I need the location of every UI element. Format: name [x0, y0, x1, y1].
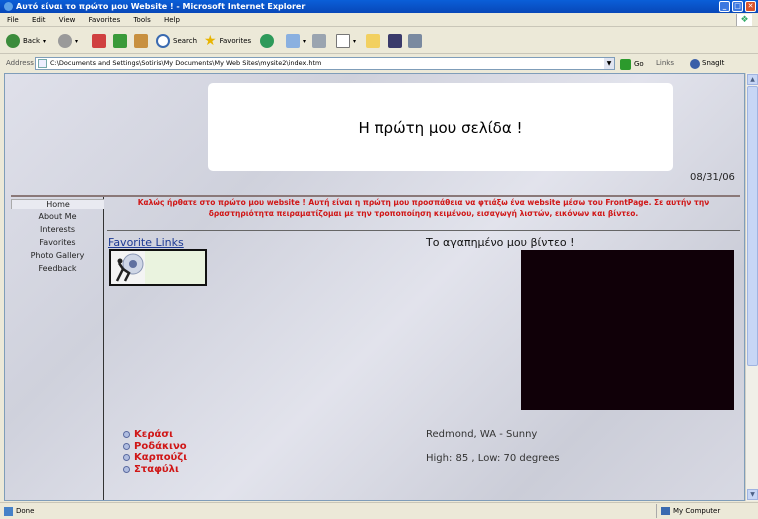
refresh-icon [113, 34, 127, 48]
nav-photo-gallery[interactable]: Photo Gallery [11, 251, 104, 260]
printer-icon [312, 34, 326, 48]
snagit-icon [690, 58, 700, 69]
research-icon [388, 34, 402, 48]
side-nav: Home About Me Interests Favorites Photo … [11, 197, 104, 500]
nav-about-me[interactable]: About Me [11, 212, 104, 221]
list-item: Κεράσι [123, 429, 187, 441]
menu-view[interactable]: View [59, 16, 76, 24]
weather-temperatures: High: 85 , Low: 70 degrees [426, 453, 560, 464]
mail-button[interactable]: ▾ [286, 32, 306, 50]
clipart-image [109, 249, 207, 286]
snagit-button[interactable]: SnagIt [690, 55, 724, 72]
page-date: 08/31/06 [690, 172, 735, 183]
nav-feedback[interactable]: Feedback [11, 264, 104, 273]
windows-flag-icon: ❖ [736, 14, 752, 26]
messenger-button[interactable] [408, 32, 422, 50]
page-title: Η πρώτη μου σελίδα ! [358, 119, 523, 137]
menu-bar: File Edit View Favorites Tools Help ❖ [0, 13, 758, 27]
back-button[interactable]: Back ▾ [6, 32, 46, 50]
mid-divider [107, 230, 740, 231]
toolbar: Back ▾ ▾ Search ★ Favorites ▾ ▾ [0, 28, 758, 54]
folder-button[interactable] [366, 32, 380, 50]
forward-arrow-icon [58, 34, 72, 48]
title-bar: Αυτό είναι το πρώτο μου Website ! - Micr… [0, 0, 758, 13]
go-button[interactable]: Go [620, 56, 644, 73]
address-dropdown[interactable]: ▼ [604, 58, 614, 69]
security-zone: My Computer [656, 504, 720, 518]
research-button[interactable] [388, 32, 402, 50]
history-icon [260, 34, 274, 48]
scroll-down-button[interactable]: ▼ [747, 489, 758, 500]
nav-interests[interactable]: Interests [11, 225, 104, 234]
fruit-list: Κεράσι Ροδάκινο Καρπούζι Σταφύλι [123, 429, 187, 475]
address-input[interactable]: C:\Documents and Settings\Sotiris\My Doc… [35, 57, 615, 70]
nav-home[interactable]: Home [11, 199, 104, 209]
list-item: Καρπούζι [123, 452, 187, 464]
status-bar: Done My Computer [0, 502, 758, 519]
favorite-links-heading[interactable]: Favorite Links [108, 236, 184, 249]
forward-button[interactable]: ▾ [58, 32, 78, 50]
edit-button[interactable]: ▾ [336, 32, 356, 50]
star-icon: ★ [204, 33, 217, 49]
status-left: Done [4, 503, 34, 519]
bullet-icon [123, 465, 130, 473]
page-done-icon [4, 506, 13, 516]
weather-location: Redmond, WA - Sunny [426, 429, 538, 440]
ie-icon [4, 2, 13, 11]
home-icon [134, 34, 148, 48]
favorites-button[interactable]: ★ Favorites [204, 32, 251, 50]
history-button[interactable] [260, 32, 274, 50]
menu-favorites[interactable]: Favorites [89, 16, 121, 24]
menu-edit[interactable]: Edit [32, 16, 46, 24]
menu-file[interactable]: File [7, 16, 19, 24]
list-item: Σταφύλι [123, 464, 187, 476]
scroll-thumb[interactable] [747, 86, 758, 366]
back-arrow-icon [6, 34, 20, 48]
stop-icon [92, 34, 106, 48]
menu-tools[interactable]: Tools [133, 16, 150, 24]
page-viewport: Η πρώτη μου σελίδα ! 08/31/06 Home About… [4, 73, 745, 501]
search-button[interactable]: Search [156, 32, 197, 50]
nav-favorites[interactable]: Favorites [11, 238, 104, 247]
welcome-text: Καλώς ήρθατε στο πρώτο μου website ! Αυτ… [137, 198, 710, 218]
messenger-icon [408, 34, 422, 48]
close-button[interactable]: ✕ [745, 1, 756, 12]
address-bar: Address C:\Documents and Settings\Sotiri… [0, 55, 758, 72]
header-box: Η πρώτη μου σελίδα ! [208, 83, 673, 171]
computer-icon [661, 507, 670, 515]
address-url: C:\Documents and Settings\Sotiris\My Doc… [50, 59, 322, 67]
address-label: Address [6, 59, 34, 67]
go-arrow-icon [620, 59, 631, 70]
folder-icon [366, 34, 380, 48]
window-title: Αυτό είναι το πρώτο μου Website ! - Micr… [16, 2, 306, 11]
video-player[interactable] [521, 250, 734, 410]
video-heading: Το αγαπημένο μου βίντεο ! [426, 236, 575, 249]
list-item: Ροδάκινο [123, 441, 187, 453]
bullet-icon [123, 442, 130, 450]
bullet-icon [123, 431, 130, 439]
bullet-icon [123, 454, 130, 462]
word-icon [336, 34, 350, 48]
print-button[interactable] [312, 32, 326, 50]
stop-button[interactable] [92, 32, 106, 50]
menu-help[interactable]: Help [164, 16, 180, 24]
maximize-button[interactable]: □ [732, 1, 743, 12]
search-icon [156, 34, 170, 48]
scroll-up-button[interactable]: ▲ [747, 74, 758, 85]
vertical-scrollbar[interactable]: ▲ ▼ [745, 73, 758, 501]
refresh-button[interactable] [113, 32, 127, 50]
links-button[interactable]: Links [656, 55, 674, 72]
home-button[interactable] [134, 32, 148, 50]
page-icon [38, 59, 47, 68]
minimize-button[interactable]: _ [719, 1, 730, 12]
mail-icon [286, 34, 300, 48]
